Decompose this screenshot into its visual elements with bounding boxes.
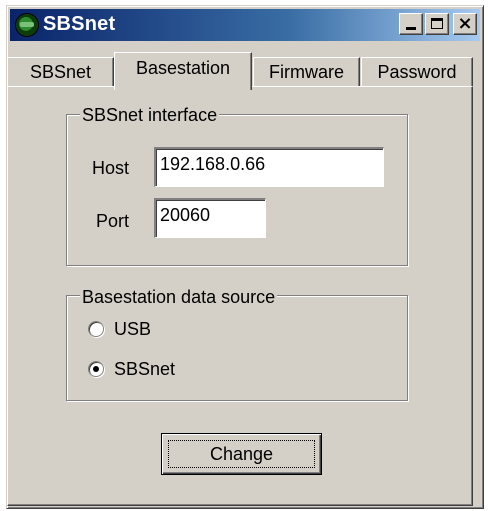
radio-usb-label[interactable]: USB (114, 318, 151, 340)
change-button-label: Change (168, 440, 315, 468)
maximize-icon (431, 18, 443, 29)
port-label: Port (96, 211, 130, 231)
window-title: SBSnet (43, 13, 116, 35)
maximize-button[interactable] (425, 13, 449, 35)
close-button[interactable]: × (453, 13, 477, 35)
app-logo-icon[interactable] (16, 14, 38, 36)
radio-sbsnet-circle[interactable] (88, 361, 104, 377)
host-label: Host (92, 158, 130, 178)
sbsnet-interface-group (66, 114, 408, 266)
radio-usb-circle[interactable] (88, 321, 104, 337)
data-source-group (66, 295, 408, 401)
close-icon: × (457, 13, 473, 34)
tab-firmware[interactable]: Firmware (253, 57, 360, 87)
minimize-button[interactable] (399, 13, 423, 35)
minimize-icon (406, 27, 416, 30)
change-button[interactable]: Change (161, 433, 322, 475)
port-input[interactable]: 20060 (154, 198, 266, 238)
host-input[interactable]: 192.168.0.66 (154, 147, 384, 187)
title-bar[interactable]: SBSnet × (10, 9, 480, 41)
tab-sbsnet[interactable]: SBSnet (7, 57, 114, 87)
tab-basestation[interactable]: Basestation (114, 52, 252, 90)
data-source-legend: Basestation data source (80, 286, 278, 308)
sbsnet-interface-legend: SBSnet interface (80, 104, 220, 126)
tab-basestation-label: Basestation (135, 58, 231, 78)
tab-password[interactable]: Password (361, 57, 473, 87)
radio-sbsnet-label[interactable]: SBSnet (114, 358, 175, 380)
